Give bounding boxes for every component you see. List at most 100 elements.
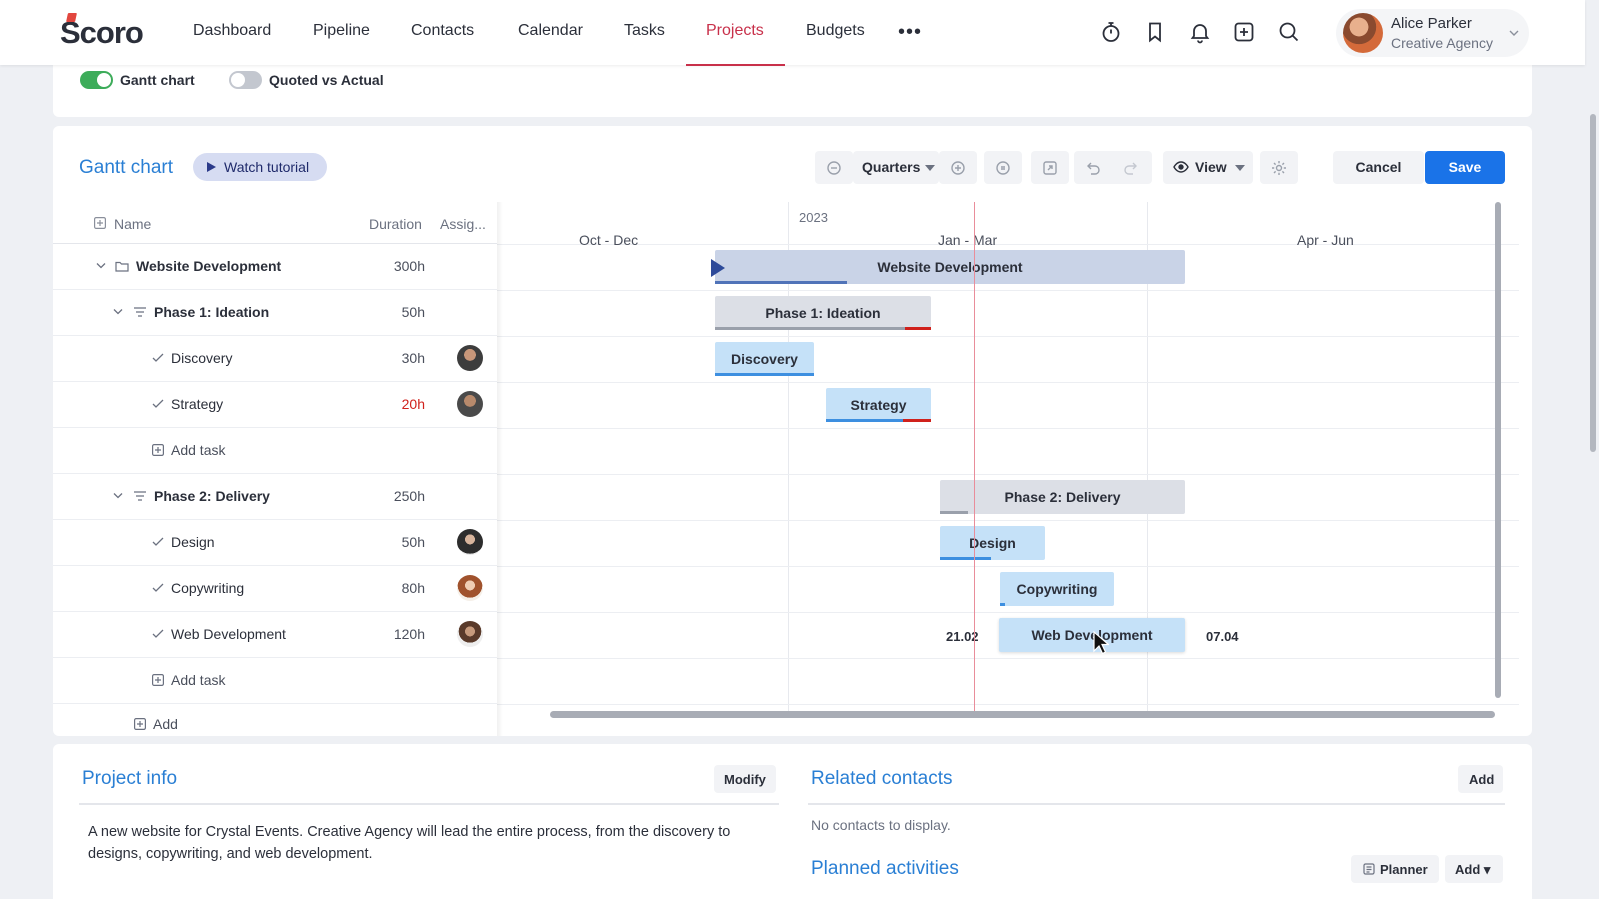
add-task-label: Add task bbox=[171, 442, 226, 458]
project-info-title: Project info bbox=[82, 768, 178, 789]
gantt-bar-task[interactable]: Strategy bbox=[826, 388, 931, 422]
settings-button[interactable] bbox=[1260, 151, 1298, 184]
nav-tasks[interactable]: Tasks bbox=[624, 22, 665, 40]
planner-button[interactable]: Planner bbox=[1351, 855, 1439, 883]
project-description: A new website for Crystal Events. Creati… bbox=[88, 824, 731, 862]
search-icon[interactable] bbox=[1277, 20, 1301, 44]
gantt-bar-task[interactable]: Copywriting bbox=[1000, 572, 1114, 606]
undo-icon[interactable] bbox=[1084, 159, 1102, 177]
add-box-icon[interactable] bbox=[1232, 20, 1256, 44]
row-name: Discovery bbox=[171, 350, 233, 366]
quoted-vs-actual-toggle-label: Quoted vs Actual bbox=[269, 72, 384, 88]
bar-progress bbox=[826, 419, 903, 422]
scoro-logo[interactable]: Scoro bbox=[60, 13, 144, 51]
row-name: Phase 2: Delivery bbox=[154, 488, 270, 504]
expand-icon bbox=[1043, 161, 1057, 175]
bell-icon[interactable] bbox=[1188, 20, 1212, 44]
assignee-avatar[interactable] bbox=[457, 345, 483, 371]
row-name: Phase 1: Ideation bbox=[154, 304, 270, 320]
zoom-in-button[interactable] bbox=[939, 151, 977, 184]
bar-label: Phase 1: Ideation bbox=[765, 305, 881, 321]
column-name[interactable]: Name bbox=[114, 216, 151, 232]
phase-row[interactable]: Phase 2: Delivery 250h bbox=[53, 474, 497, 520]
add-icon bbox=[152, 444, 164, 456]
phase-row[interactable]: Phase 1: Ideation 50h bbox=[53, 290, 497, 336]
nav-budgets[interactable]: Budgets bbox=[806, 22, 865, 40]
gantt-timeline[interactable]: 2023 Oct - Dec Jan - Mar Apr - Jun Websi… bbox=[497, 202, 1519, 722]
watch-tutorial-button[interactable]: Watch tutorial bbox=[193, 153, 327, 181]
gear-icon bbox=[1272, 161, 1286, 175]
chevron-down-icon bbox=[113, 493, 123, 499]
section-divider bbox=[808, 803, 1505, 805]
save-button[interactable]: Save bbox=[1425, 151, 1505, 184]
gantt-bar-task[interactable]: Discovery bbox=[715, 342, 814, 376]
row-name: Website Development bbox=[136, 258, 282, 274]
gantt-bar-phase[interactable]: Phase 1: Ideation bbox=[715, 296, 931, 330]
quoted-vs-actual-toggle[interactable] bbox=[229, 71, 262, 89]
task-row[interactable]: Discovery 30h bbox=[53, 336, 497, 382]
gantt-bar-task[interactable]: Design bbox=[940, 526, 1045, 560]
timeline-row-line bbox=[497, 474, 1519, 475]
user-menu[interactable]: Alice Parker Creative Agency bbox=[1336, 9, 1529, 57]
view-menu-button[interactable]: View bbox=[1163, 151, 1253, 184]
task-row[interactable]: Web Development 120h bbox=[53, 612, 497, 658]
horizontal-scrollbar[interactable] bbox=[550, 711, 1495, 718]
chevron-down-icon bbox=[113, 309, 123, 315]
assignee-avatar[interactable] bbox=[457, 391, 483, 417]
add-activity-button[interactable]: Add ▾ bbox=[1445, 855, 1503, 883]
bar-progress bbox=[1000, 603, 1005, 606]
toggle-knob bbox=[97, 73, 111, 87]
zoom-out-button[interactable] bbox=[815, 151, 853, 184]
more-menu-button[interactable]: ••• bbox=[898, 22, 922, 42]
chevron-down-icon bbox=[1508, 27, 1520, 39]
assignee-avatar[interactable] bbox=[457, 529, 483, 555]
assignee-avatar[interactable] bbox=[457, 575, 483, 601]
task-check-icon bbox=[152, 583, 164, 592]
redo-icon[interactable] bbox=[1122, 159, 1140, 177]
row-duration-over: 20h bbox=[401, 396, 425, 412]
scale-select[interactable]: Quarters bbox=[853, 151, 939, 184]
add-row[interactable]: Add bbox=[53, 704, 497, 736]
task-row[interactable]: Strategy 20h bbox=[53, 382, 497, 428]
planner-icon bbox=[1363, 863, 1375, 875]
add-task-row[interactable]: Add task bbox=[53, 658, 497, 704]
related-contacts-title: Related contacts bbox=[811, 768, 953, 789]
zoom-fit-button[interactable] bbox=[984, 151, 1022, 184]
nav-active-underline bbox=[686, 64, 785, 66]
assignee-avatar[interactable] bbox=[457, 621, 483, 647]
gantt-chart-toggle-label: Gantt chart bbox=[120, 72, 195, 88]
row-duration: 80h bbox=[401, 580, 425, 596]
chevron-down-icon bbox=[96, 263, 106, 269]
cancel-button[interactable]: Cancel bbox=[1333, 151, 1424, 184]
add-task-row[interactable]: Add task bbox=[53, 428, 497, 474]
bar-label: Discovery bbox=[731, 351, 798, 367]
page-scrollbar[interactable] bbox=[1590, 114, 1596, 452]
add-contact-button[interactable]: Add bbox=[1458, 765, 1503, 793]
timer-icon[interactable] bbox=[1099, 20, 1123, 44]
nav-calendar[interactable]: Calendar bbox=[518, 22, 583, 40]
gantt-chart-toggle[interactable] bbox=[80, 71, 113, 89]
nav-dashboard[interactable]: Dashboard bbox=[193, 22, 271, 40]
column-assignee[interactable]: Assig... bbox=[440, 216, 486, 232]
nav-pipeline[interactable]: Pipeline bbox=[313, 22, 370, 40]
gantt-bar-task-dragging[interactable]: Web Development bbox=[999, 618, 1185, 652]
task-row[interactable]: Design 50h bbox=[53, 520, 497, 566]
folder-icon bbox=[115, 261, 129, 272]
modify-button[interactable]: Modify bbox=[714, 765, 776, 793]
gantt-bar-phase[interactable]: Phase 2: Delivery bbox=[940, 480, 1185, 514]
nav-projects[interactable]: Projects bbox=[706, 22, 764, 40]
bookmark-icon[interactable] bbox=[1143, 20, 1167, 44]
column-duration[interactable]: Duration bbox=[369, 216, 422, 232]
add-task-label: Add task bbox=[171, 672, 226, 688]
vertical-scrollbar[interactable] bbox=[1495, 202, 1501, 698]
bar-overrun bbox=[905, 327, 931, 330]
section-divider bbox=[79, 803, 779, 805]
bar-label: Strategy bbox=[850, 397, 907, 413]
gantt-bar-project[interactable]: Website Development bbox=[711, 250, 1185, 284]
fullscreen-button[interactable] bbox=[1031, 151, 1069, 184]
nav-contacts[interactable]: Contacts bbox=[411, 22, 474, 40]
project-row[interactable]: Website Development 300h bbox=[53, 244, 497, 290]
row-duration: 300h bbox=[393, 258, 425, 274]
add-icon bbox=[152, 674, 164, 686]
task-row[interactable]: Copywriting 80h bbox=[53, 566, 497, 612]
